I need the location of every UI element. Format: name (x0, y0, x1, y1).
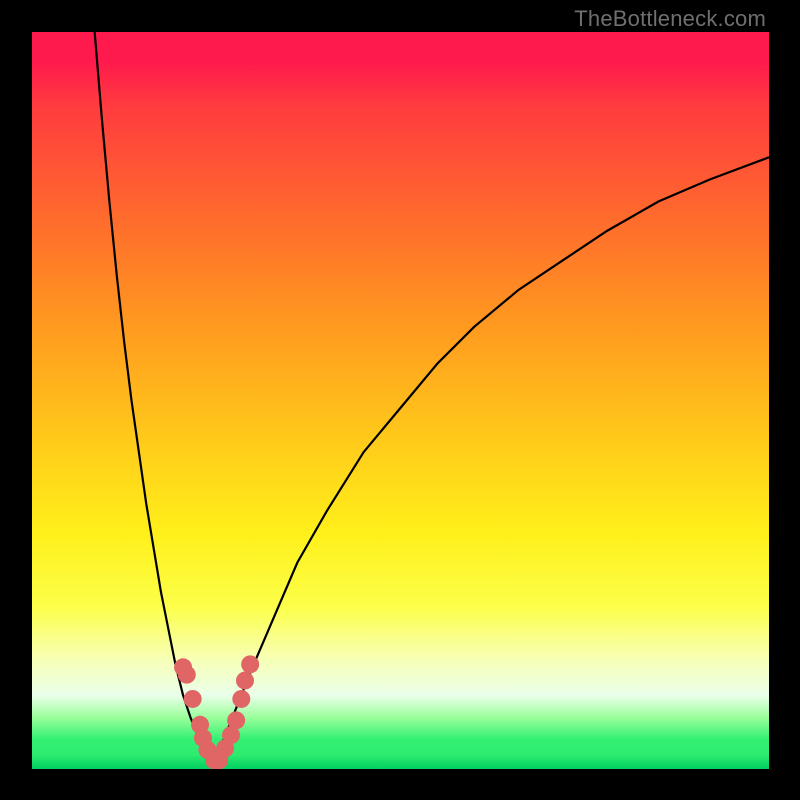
curve-right (213, 157, 769, 761)
chart-frame: TheBottleneck.com (0, 0, 800, 800)
dot (184, 690, 202, 708)
dot (178, 666, 196, 684)
curve-left (95, 32, 213, 762)
dot (232, 690, 250, 708)
watermark-text: TheBottleneck.com (574, 6, 766, 32)
highlight-dots (174, 655, 259, 769)
dot (227, 711, 245, 729)
dot (236, 672, 254, 690)
dot (241, 655, 259, 673)
plot-area (32, 32, 769, 769)
curves-layer (32, 32, 769, 769)
